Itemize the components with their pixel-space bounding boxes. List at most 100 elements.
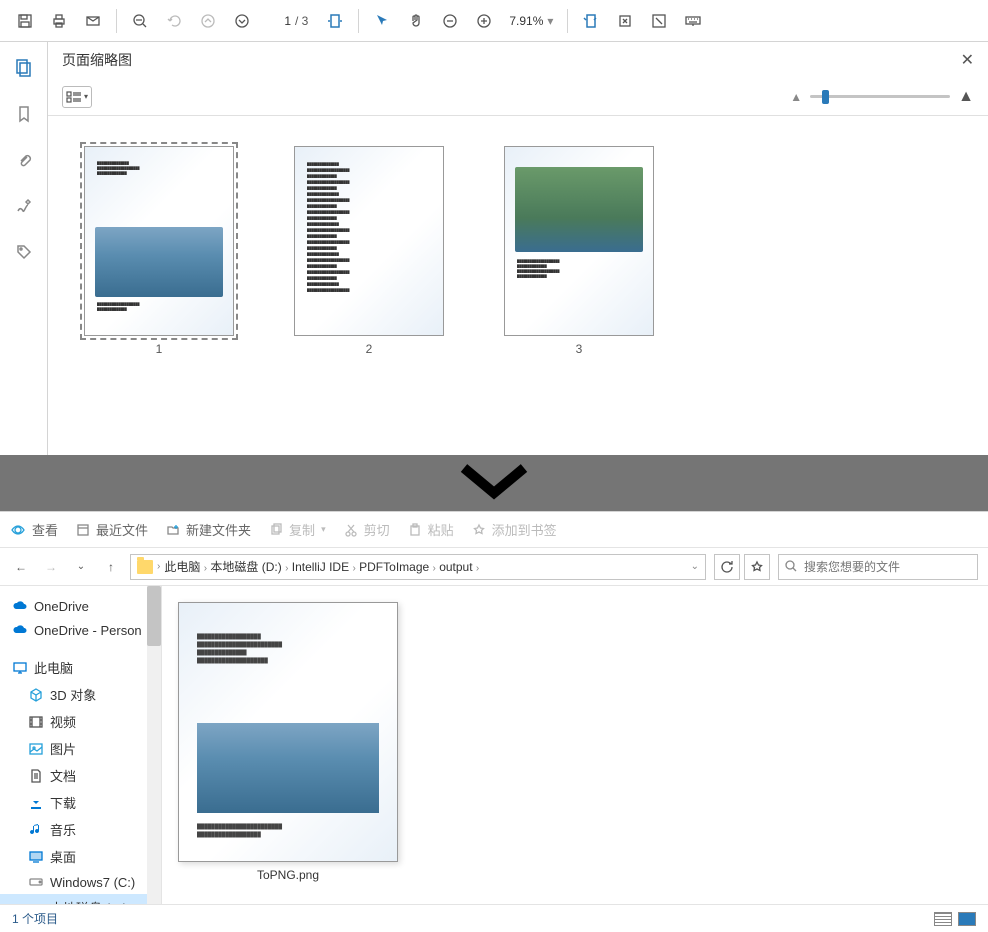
tree-item[interactable]: 下载 <box>0 789 161 816</box>
thumbnail-item[interactable]: ████████████████████████████████████████… <box>84 146 234 356</box>
zoom-out-icon[interactable] <box>125 6 155 36</box>
tree-item-label: 3D 对象 <box>50 685 96 704</box>
explorer-address-bar: ← → ⌄ ↑ › 此电脑 › 本地磁盘 (D:) › IntelliJ IDE… <box>0 548 988 586</box>
icons-view-icon[interactable] <box>958 912 976 926</box>
thumbnail-item[interactable]: ████████████████████████████████████████… <box>294 146 444 356</box>
copy-button: 复制▾ <box>269 520 326 539</box>
item-count-label: 1 个项目 <box>12 910 58 927</box>
breadcrumb-segment[interactable]: 本地磁盘 (D:) <box>210 560 281 574</box>
zoom-minus-icon[interactable] <box>435 6 465 36</box>
tree-item-label: 本地磁盘 (D:) <box>50 898 127 904</box>
tree-item[interactable]: 文档 <box>0 762 161 789</box>
tree-item-label: 图片 <box>50 739 76 758</box>
pdf-thumbnail-panel: 页面缩略图 ✕ ▾ ▲ ▲ ██████████████████████████… <box>48 42 988 455</box>
paste-button: 粘贴 <box>408 520 454 539</box>
save-icon[interactable] <box>10 6 40 36</box>
history-dropdown-icon[interactable]: ⌄ <box>70 556 92 578</box>
tree-item[interactable]: OneDrive - Person <box>0 618 161 642</box>
breadcrumb-segment[interactable]: IntelliJ IDE <box>292 560 349 574</box>
cube-icon <box>28 687 44 703</box>
cloud-icon <box>12 598 28 614</box>
separator-chevron <box>0 455 988 511</box>
tree-item[interactable]: Windows7 (C:) <box>0 870 161 894</box>
view-button[interactable]: 查看 <box>10 520 58 539</box>
doc-icon <box>28 768 44 784</box>
cut-button: 剪切 <box>344 520 390 539</box>
details-view-icon[interactable] <box>934 912 952 926</box>
keyboard-icon[interactable] <box>678 6 708 36</box>
bookmark-button: 添加到书签 <box>472 520 557 539</box>
tree-item-label: Windows7 (C:) <box>50 875 135 890</box>
search-input[interactable] <box>804 560 971 574</box>
tree-item[interactable]: 桌面 <box>0 843 161 870</box>
file-item[interactable]: ████████████████████████████████████████… <box>178 602 398 882</box>
favorite-icon[interactable] <box>744 554 770 580</box>
tree-item-label: 此电脑 <box>34 658 73 677</box>
explorer-status-bar: 1 个项目 <box>0 904 988 932</box>
breadcrumb-segment[interactable]: 此电脑 <box>164 560 200 574</box>
signature-tab-icon[interactable] <box>8 190 40 222</box>
tree-item[interactable]: 此电脑 <box>0 654 161 681</box>
up-icon[interactable]: ↑ <box>100 556 122 578</box>
desktop-icon <box>28 849 44 865</box>
tree-item-label: 下载 <box>50 793 76 812</box>
breadcrumb-segment[interactable]: PDFToImage <box>359 560 429 574</box>
fit-page-icon[interactable] <box>610 6 640 36</box>
forward-icon[interactable]: → <box>40 556 62 578</box>
page-up-icon[interactable] <box>193 6 223 36</box>
zoom-small-icon: ▲ <box>790 90 802 104</box>
recent-button[interactable]: 最近文件 <box>76 520 148 539</box>
thumbnail-zoom-slider[interactable] <box>810 95 950 98</box>
back-icon[interactable]: ← <box>10 556 32 578</box>
explorer-content: ████████████████████████████████████████… <box>162 586 988 904</box>
breadcrumb-segment[interactable]: output <box>439 560 472 574</box>
tree-item-label: OneDrive <box>34 599 89 614</box>
hand-icon[interactable] <box>401 6 431 36</box>
attachment-tab-icon[interactable] <box>8 144 40 176</box>
tree-item[interactable]: 视频 <box>0 708 161 735</box>
pdf-toolbar: / 3 7.91%▾ <box>0 0 988 42</box>
explorer-toolbar: 查看 最近文件 新建文件夹 复制▾ 剪切 粘贴 添加到书签 <box>0 512 988 548</box>
print-icon[interactable] <box>44 6 74 36</box>
file-name-label: ToPNG.png <box>257 868 319 882</box>
search-box[interactable] <box>778 554 978 580</box>
undo-icon[interactable] <box>159 6 189 36</box>
thumbnail-view-toggle[interactable]: ▾ <box>62 86 92 108</box>
tree-item[interactable]: 音乐 <box>0 816 161 843</box>
tree-item-label: 桌面 <box>50 847 76 866</box>
breadcrumb[interactable]: › 此电脑 › 本地磁盘 (D:) › IntelliJ IDE › PDFTo… <box>130 554 706 580</box>
page-number-input[interactable] <box>261 14 291 28</box>
tree-item-label: OneDrive - Person <box>34 623 142 638</box>
tree-item[interactable]: OneDrive <box>0 594 161 618</box>
disk-icon <box>28 874 44 890</box>
tree-item[interactable]: 本地磁盘 (D:) <box>0 894 161 904</box>
page-down-icon[interactable] <box>227 6 257 36</box>
tree-item-label: 音乐 <box>50 820 76 839</box>
select-icon[interactable] <box>367 6 397 36</box>
tag-tab-icon[interactable] <box>8 236 40 268</box>
zoom-select[interactable]: 7.91%▾ <box>509 14 553 28</box>
close-panel-icon[interactable]: ✕ <box>961 50 974 70</box>
thumbnail-label: 2 <box>366 342 373 356</box>
file-explorer-pane: 查看 最近文件 新建文件夹 复制▾ 剪切 粘贴 添加到书签 ← → ⌄ ↑ › … <box>0 511 988 932</box>
zoom-large-icon: ▲ <box>958 88 974 106</box>
fullscreen-icon[interactable] <box>644 6 674 36</box>
thumbnails-tab-icon[interactable] <box>8 52 40 84</box>
rotate-icon[interactable] <box>576 6 606 36</box>
fit-width-icon[interactable] <box>320 6 350 36</box>
tree-item-label: 文档 <box>50 766 76 785</box>
zoom-plus-icon[interactable] <box>469 6 499 36</box>
tree-item[interactable]: 3D 对象 <box>0 681 161 708</box>
bookmark-tab-icon[interactable] <box>8 98 40 130</box>
refresh-icon[interactable] <box>714 554 740 580</box>
tree-scrollbar[interactable] <box>147 586 161 904</box>
image-icon <box>28 741 44 757</box>
panel-title: 页面缩略图 <box>62 50 132 70</box>
page-total-label: / 3 <box>295 14 308 28</box>
thumbnail-item[interactable]: ████████████████████████████████████████… <box>504 146 654 356</box>
download-icon <box>28 795 44 811</box>
tree-item[interactable]: 图片 <box>0 735 161 762</box>
explorer-tree: OneDrive OneDrive - Person 此电脑 3D 对象视频图片文档下… <box>0 586 162 904</box>
new-folder-button[interactable]: 新建文件夹 <box>166 520 251 539</box>
email-icon[interactable] <box>78 6 108 36</box>
